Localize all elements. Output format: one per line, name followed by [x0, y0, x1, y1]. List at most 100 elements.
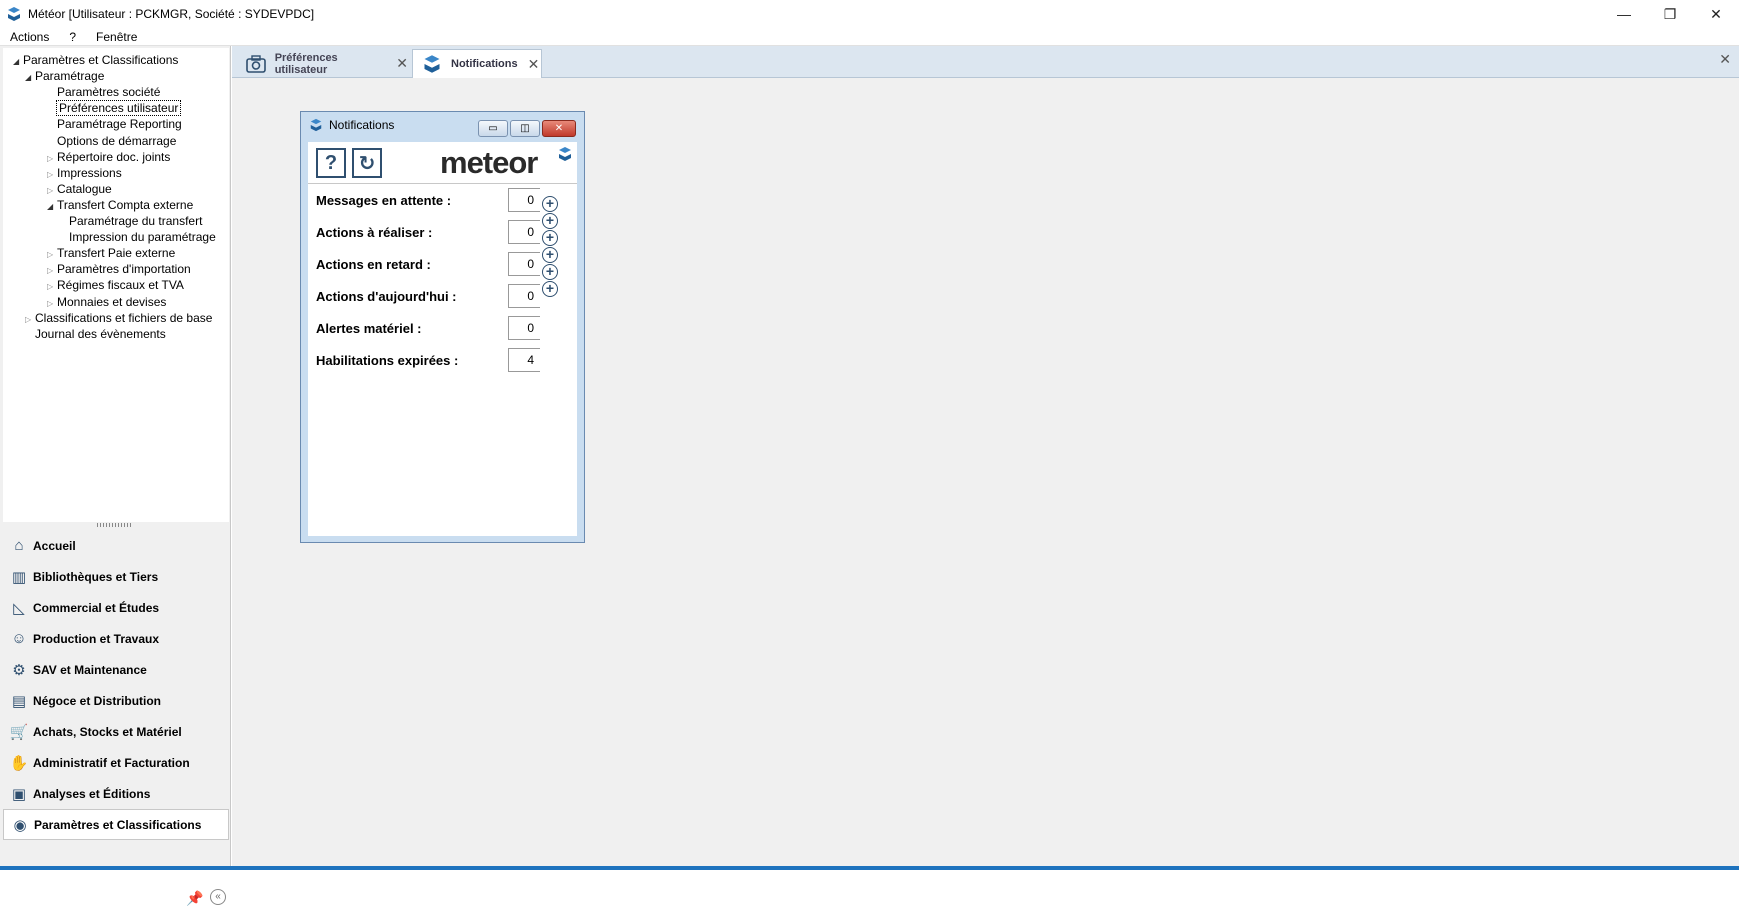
- menu-actions[interactable]: Actions: [0, 30, 59, 44]
- notification-count[interactable]: 0: [508, 220, 540, 244]
- tree-node-label: Paramétrage Reporting: [57, 117, 182, 132]
- nav-item[interactable]: ▣ Analyses et Éditions: [3, 778, 229, 809]
- expanded-arrow-icon[interactable]: ◢: [13, 54, 23, 70]
- tree-node[interactable]: ▷ Répertoire doc. joints: [47, 149, 170, 165]
- add-icon[interactable]: +: [542, 281, 558, 297]
- tree-node[interactable]: ▷ Régimes fiscaux et TVA: [47, 277, 184, 293]
- notification-row: Messages en attente : 0: [316, 188, 540, 212]
- notification-label: Alertes matériel :: [316, 320, 422, 336]
- notification-count[interactable]: 0: [508, 252, 540, 276]
- help-button[interactable]: ?: [316, 148, 346, 178]
- restore-button[interactable]: ❐: [1647, 0, 1693, 28]
- nav-item[interactable]: 🛒 Achats, Stocks et Matériel: [3, 716, 229, 747]
- notification-count[interactable]: 0: [508, 316, 540, 340]
- tree-node-label: Impressions: [57, 165, 122, 180]
- add-message-icon[interactable]: +: [542, 196, 558, 212]
- tree-node[interactable]: Options de démarrage: [47, 133, 176, 149]
- menu-window[interactable]: Fenêtre: [86, 30, 147, 44]
- notifications-toolbar: ? ↻ meteor: [308, 142, 577, 184]
- tree-node-label: Paramétrage du transfert: [69, 214, 203, 228]
- maximize-button[interactable]: ◫: [510, 120, 540, 137]
- title-bar: Météor [Utilisateur : PCKMGR, Société : …: [0, 0, 1739, 28]
- meteor-logo: meteor: [440, 145, 538, 180]
- add-icon[interactable]: +: [542, 264, 558, 280]
- expanded-arrow-icon[interactable]: ◢: [25, 70, 35, 86]
- tree-node[interactable]: Impression du paramétrage: [59, 229, 216, 245]
- tree-node[interactable]: ◢ Transfert Compta externe: [47, 197, 193, 213]
- tree-node[interactable]: ▷ Catalogue: [47, 181, 112, 197]
- tree-node[interactable]: ▷ Classifications et fichiers de base: [25, 310, 212, 326]
- notifications-window: Notifications ▭ ◫ ✕ ? ↻ meteor Messages …: [300, 111, 585, 543]
- tree-node[interactable]: ▷ Monnaies et devises: [47, 294, 166, 310]
- expanded-arrow-icon[interactable]: ◢: [47, 199, 57, 215]
- nav-item[interactable]: ✋ Administratif et Facturation: [3, 747, 229, 778]
- meteor-logo-icon: [559, 147, 571, 161]
- minimize-button[interactable]: ▭: [478, 120, 508, 137]
- navigation-tree: ◢ Paramètres et Classifications ◢ Paramétra…: [3, 48, 229, 522]
- tree-node-label: Classifications et fichiers de base: [35, 310, 213, 325]
- notification-row: Actions d'aujourd'hui : 0: [316, 284, 540, 308]
- add-icon[interactable]: +: [542, 213, 558, 229]
- nav-item-label: Commercial et Études: [33, 600, 160, 615]
- ruler-icon: ◺: [13, 599, 25, 617]
- notification-count[interactable]: 0: [508, 284, 540, 308]
- tab-user-preferences[interactable]: Préférences utilisateur ✕: [238, 49, 408, 78]
- notifications-body: ? ↻ meteor Messages en attente :0 Actions…: [308, 142, 577, 536]
- tree-node[interactable]: Paramètres société: [47, 84, 160, 100]
- close-button[interactable]: ✕: [542, 120, 576, 137]
- close-window-button[interactable]: ✕: [1693, 0, 1739, 28]
- tree-node-label: Paramètres société: [57, 85, 161, 100]
- nav-item[interactable]: ⚙ SAV et Maintenance: [3, 654, 229, 685]
- add-icon[interactable]: +: [542, 247, 558, 263]
- nav-item-label: Production et Travaux: [33, 631, 160, 646]
- nav-item-label: Administratif et Facturation: [33, 755, 190, 770]
- left-pane: ◢ Paramètres et Classifications ◢ Paramétra…: [0, 46, 231, 906]
- tree-node[interactable]: ◢ Paramètres et Classifications: [13, 52, 178, 68]
- nav-item[interactable]: ▤ Négoce et Distribution: [3, 685, 229, 716]
- tab-notifications[interactable]: Notifications ✕: [412, 49, 542, 78]
- tree-node-label: Journal des évènements: [35, 326, 166, 341]
- add-action-icon[interactable]: +: [542, 230, 558, 246]
- nav-item[interactable]: ◺ Commercial et Études: [3, 592, 229, 623]
- home-icon: ⌂: [14, 537, 24, 554]
- menu-help[interactable]: ?: [59, 30, 86, 44]
- tree-node[interactable]: Paramétrage du transfert: [59, 213, 202, 229]
- close-tab-icon[interactable]: ✕: [396, 55, 408, 72]
- tree-node-label: Impression du paramétrage: [69, 230, 216, 245]
- tree-node[interactable]: ▷ Transfert Paie externe: [47, 245, 175, 261]
- tree-node[interactable]: ▷ Paramètres d'importation: [47, 261, 191, 277]
- tree-node-label: Paramétrage: [35, 69, 105, 84]
- notification-row: Actions à réaliser : 0: [316, 220, 540, 244]
- notification-count[interactable]: 0: [508, 188, 540, 212]
- refresh-button[interactable]: ↻: [352, 148, 382, 178]
- coin-hand-icon: ✋: [9, 754, 29, 772]
- splitter-handle[interactable]: [97, 523, 133, 527]
- nav-item[interactable]: ▥ Bibliothèques et Tiers: [3, 561, 229, 592]
- nav-item[interactable]: ☺ Production et Travaux: [3, 623, 229, 654]
- nav-item-label: SAV et Maintenance: [33, 662, 147, 677]
- module-navbar: ⌂ Accueil ▥ Bibliothèques et Tiers ◺ Commerci…: [3, 530, 229, 840]
- tree-node[interactable]: ▷ Impressions: [47, 165, 122, 181]
- tree-node[interactable]: ◢ Paramétrage: [25, 68, 104, 84]
- tree-node-label: Régimes fiscaux et TVA: [57, 278, 184, 293]
- tree-node[interactable]: Journal des évènements: [25, 326, 166, 342]
- notification-label: Actions d'aujourd'hui :: [316, 288, 457, 304]
- nav-item-label: Négoce et Distribution: [33, 693, 162, 708]
- close-tab-icon[interactable]: ✕: [528, 56, 540, 73]
- notification-label: Habilitations expirées :: [316, 352, 459, 368]
- nav-item-label: Accueil: [33, 538, 76, 553]
- tree-node-label: Catalogue: [57, 181, 112, 196]
- nav-item[interactable]: ⌂ Accueil: [3, 530, 229, 561]
- minimize-button[interactable]: —: [1601, 0, 1647, 28]
- notification-row: Actions en retard : 0: [316, 252, 540, 276]
- gear-icon: ⚙: [12, 661, 26, 679]
- close-all-tabs-icon[interactable]: ✕: [1719, 51, 1731, 68]
- collapse-pane-icon[interactable]: «: [210, 889, 226, 905]
- settings-camera-icon: ◉: [13, 816, 27, 834]
- tree-node-label: Paramètres d'importation: [57, 262, 191, 277]
- tree-node[interactable]: Préférences utilisateur: [47, 100, 182, 117]
- pin-icon[interactable]: 📌: [186, 890, 203, 907]
- notification-count[interactable]: 4: [508, 348, 540, 372]
- tree-node[interactable]: Paramétrage Reporting: [47, 116, 182, 132]
- nav-item[interactable]: ◉ Paramètres et Classifications: [3, 809, 229, 840]
